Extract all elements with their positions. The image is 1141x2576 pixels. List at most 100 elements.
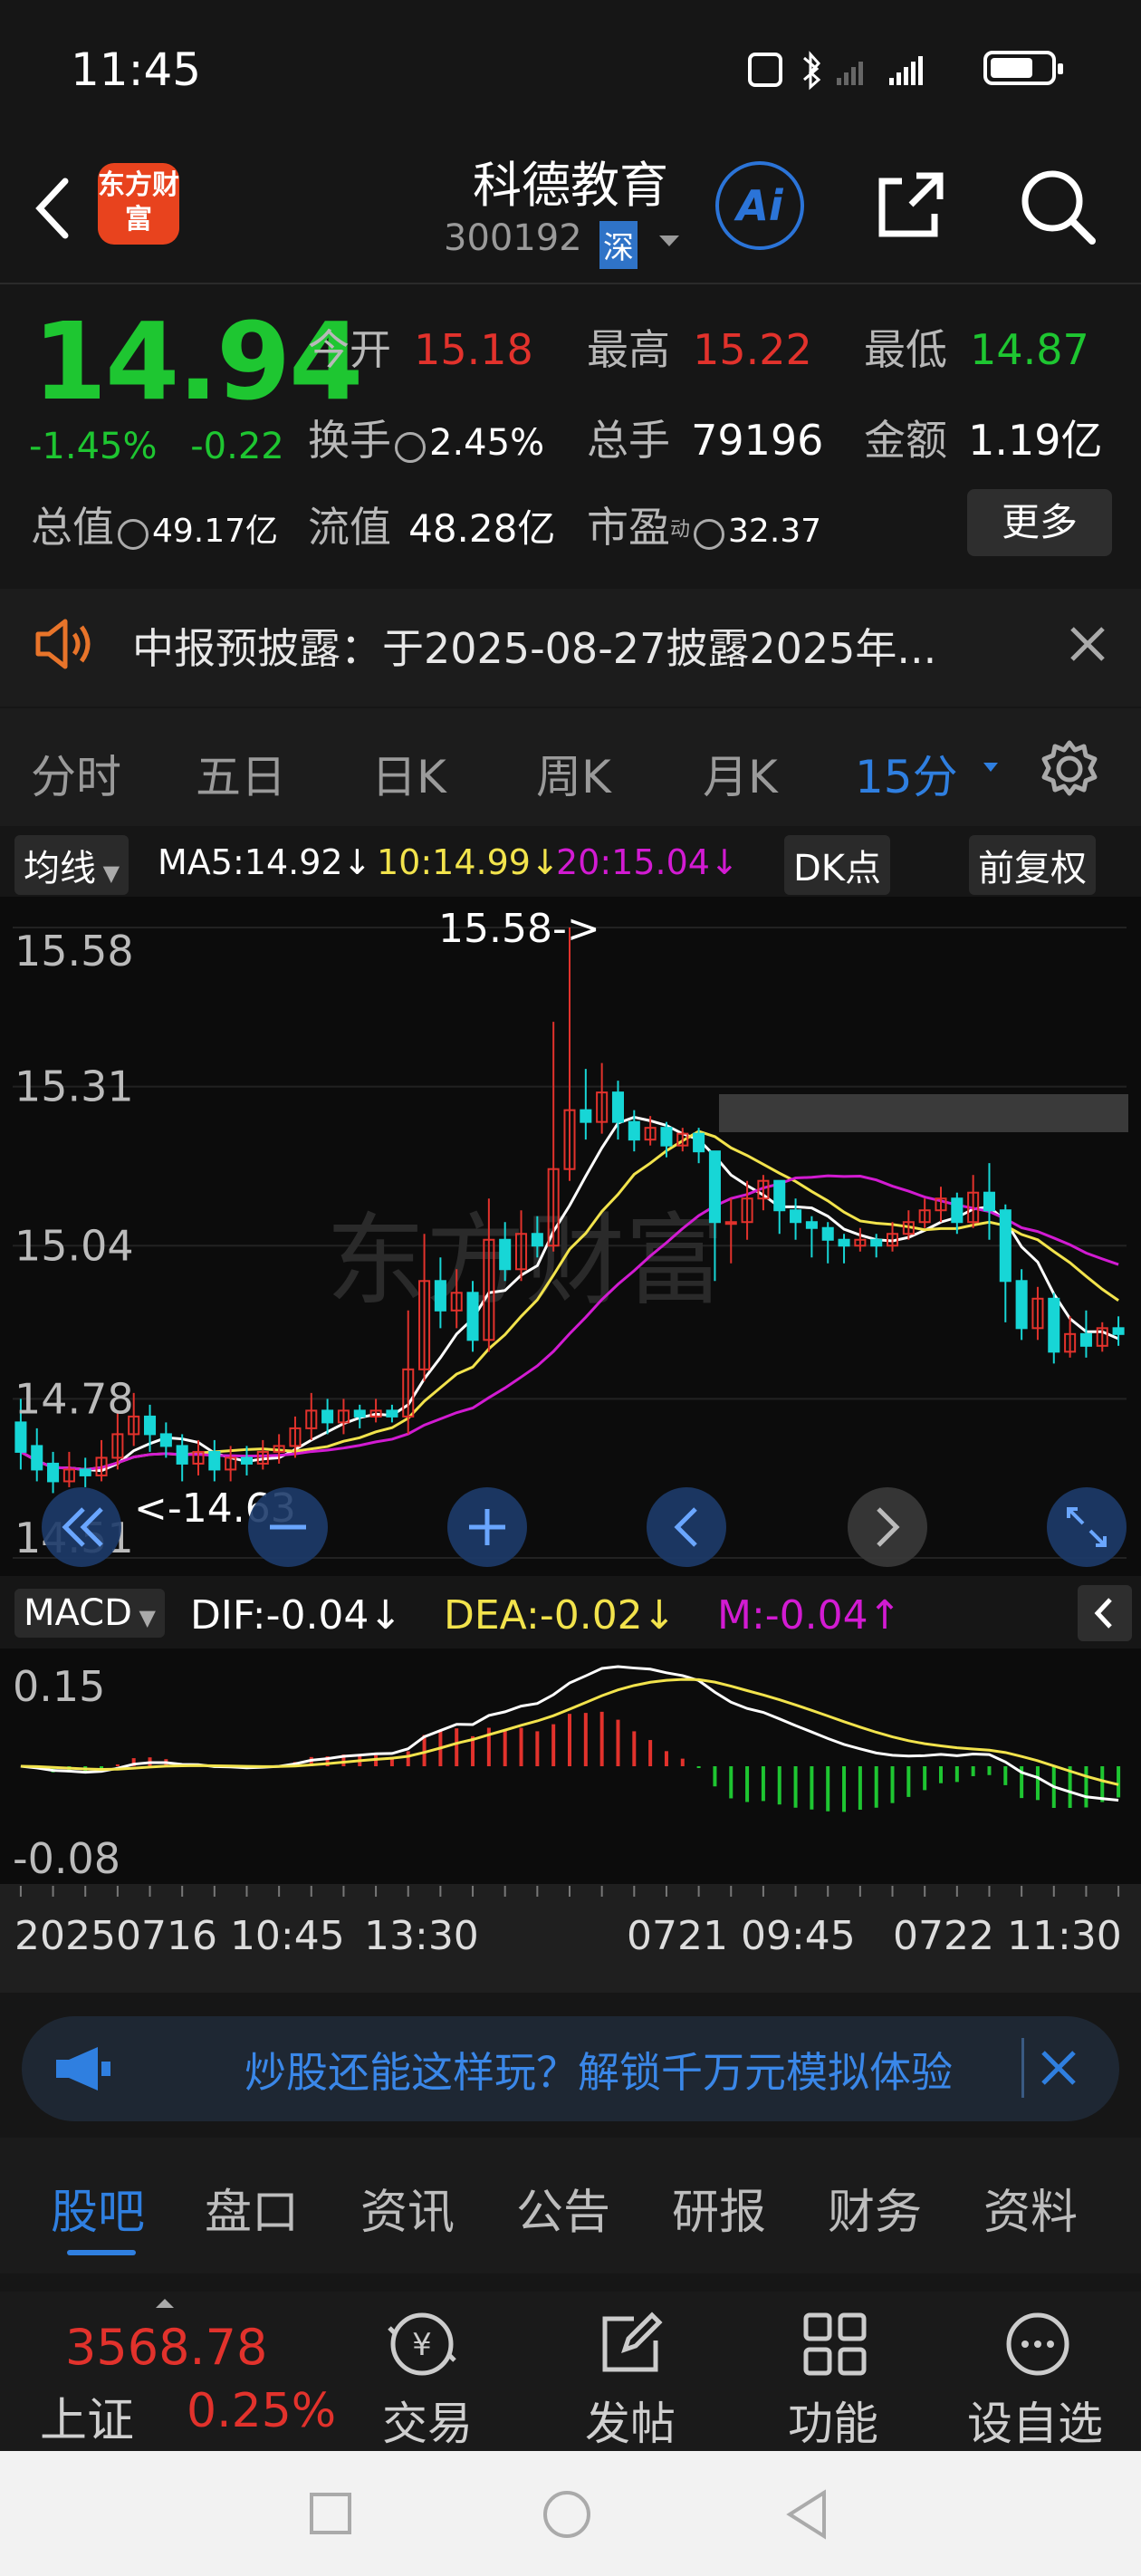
candle-body [838,1238,850,1247]
dk-point-button[interactable]: DK点 [784,835,891,895]
candle-body [999,1209,1012,1283]
amount-row: 金额 1.19亿 [864,416,1103,465]
candle-body [466,1292,479,1341]
pe-row: 市盈动 32.37 [587,503,822,552]
gear-icon[interactable] [1038,737,1101,801]
xlabel-3: 0722 11:30 [893,1913,1122,1959]
zoom-in-button[interactable] [447,1487,527,1567]
y-tick-label: 15.31 [14,1062,134,1111]
tab-news[interactable]: 资讯 [360,2174,455,2242]
candle-body [240,1456,254,1465]
more-button[interactable]: 更多 [967,489,1112,556]
tab-five-day[interactable]: 五日 [196,741,286,806]
watchlist-label[interactable]: 设自选 [967,2388,1103,2453]
candle-body [580,1109,592,1123]
share-icon[interactable] [866,161,956,252]
candle-body [805,1221,818,1229]
ma-selector[interactable]: 均线 ▼ [14,835,129,895]
svg-text:¥: ¥ [412,2327,432,2363]
chevron-down-icon[interactable] [982,761,1000,774]
candle-body [708,1150,721,1224]
chevron-up-icon[interactable] [154,2297,176,2310]
nfc-icon [748,53,782,87]
amount-value: 1.19亿 [968,416,1103,465]
speaker-icon [35,619,91,669]
candle-body [47,1462,60,1483]
high-row: 最高 15.22 [587,325,812,374]
tab-guba[interactable]: 股吧 [51,2174,145,2242]
total-cap-value: 49.17亿 [152,513,279,550]
dif-value: DIF:-0.04↓ [190,1592,403,1639]
recents-icon[interactable] [308,2491,353,2536]
candle-body [790,1209,802,1224]
scroll-right-button[interactable] [848,1487,927,1567]
candle-body [14,1421,27,1453]
home-icon[interactable] [542,2489,592,2540]
tab-announcements[interactable]: 公告 [516,2174,610,2242]
macd-chart[interactable]: 0.15 -0.08 [0,1648,1141,1884]
candle-body [1112,1327,1125,1335]
scroll-left-button[interactable] [647,1487,726,1567]
trade-icon[interactable]: ¥ [384,2306,460,2382]
low-row: 最低 14.87 [864,325,1089,374]
scroll-left-fast-button[interactable] [42,1487,121,1567]
functions-label[interactable]: 功能 [788,2388,878,2453]
macd-selector[interactable]: MACD ▼ [14,1589,165,1638]
change-value: -0.22 [190,426,284,467]
index-name[interactable]: 上证 [40,2382,134,2450]
zoom-out-button[interactable] [248,1487,328,1567]
chevron-down-icon[interactable] [656,232,683,250]
turnover-row: 换手 2.45% [308,416,545,465]
candle-body [386,1409,398,1418]
tab-weekly-k[interactable]: 周K [536,741,611,806]
close-icon[interactable] [1065,621,1110,667]
macd-ytick-bottom: -0.08 [13,1834,120,1883]
eye-icon [395,431,426,463]
tab-intraday[interactable]: 分时 [31,741,121,806]
tab-research[interactable]: 研报 [672,2174,766,2242]
edit-icon[interactable] [592,2306,668,2382]
tab-finance[interactable]: 财务 [828,2174,922,2242]
y-tick-label: 14.78 [14,1374,134,1423]
pe-value: 32.37 [728,513,822,550]
index-value[interactable]: 3568.78 [65,2319,267,2376]
candle-body [79,1468,91,1476]
candle-body [628,1120,640,1141]
apps-icon[interactable] [797,2306,873,2382]
dea-value: DEA:-0.02↓ [444,1592,676,1639]
xlabel-1: 13:30 [364,1913,479,1959]
resistance-zone [719,1094,1128,1132]
y-tick-label: 15.04 [14,1221,134,1270]
fullscreen-button[interactable] [1047,1487,1127,1567]
y-tick-label: 15.58 [14,927,134,976]
ma10-value: 10:14.99↓ [377,842,560,882]
tab-pankou[interactable]: 盘口 [205,2174,299,2242]
candle-body [660,1127,673,1147]
back-nav-icon[interactable] [784,2489,829,2540]
macd-m-value: M:-0.04↑ [717,1592,902,1639]
collapse-indicator-button[interactable] [1078,1585,1132,1641]
candle-body [1048,1297,1060,1353]
market-badge: 深 [599,221,638,269]
search-icon[interactable] [1012,161,1103,252]
high-annotation: 15.58-> [438,906,600,952]
status-icons [748,51,923,91]
tab-profile[interactable]: 资料 [983,2174,1078,2242]
ai-button[interactable]: Ai [715,161,804,250]
tab-monthly-k[interactable]: 月K [703,741,778,806]
close-icon[interactable] [1036,2045,1081,2091]
index-change[interactable]: 0.25% [187,2384,336,2438]
more-dots-icon[interactable] [1000,2306,1076,2382]
price-change: -1.45% -0.22 [29,426,284,467]
trade-label[interactable]: 交易 [382,2388,473,2453]
stock-code: 300192 [444,217,582,259]
candle-body [208,1450,221,1471]
tab-15min[interactable]: 15分 [855,741,958,806]
adjust-button[interactable]: 前复权 [969,835,1096,895]
volume-row: 总手 79196 [587,416,824,465]
candle-body [321,1409,334,1424]
tab-daily-k[interactable]: 日K [371,741,446,806]
kline-chart[interactable]: 东方财富 15.5815.3115.0414.7814.51 15.58-> <… [0,897,1141,1576]
candle-body [1015,1280,1028,1330]
post-label[interactable]: 发帖 [585,2388,676,2453]
